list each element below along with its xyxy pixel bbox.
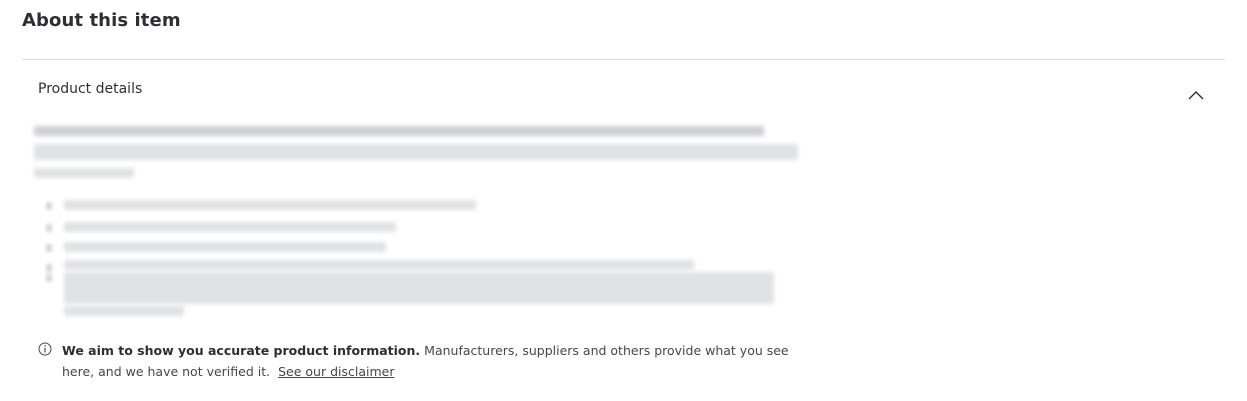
accordion-label: Product details [38, 81, 143, 97]
product-description-blurred [34, 122, 804, 326]
blurred-list-item [64, 200, 476, 210]
product-about-section: About this item Product details We aim t… [0, 0, 1247, 401]
blurred-list-item [64, 222, 396, 232]
blurred-bullet [46, 264, 52, 272]
blurred-bullet [46, 274, 52, 282]
chevron-up-icon[interactable] [1188, 90, 1204, 100]
notice-bold-text: We aim to show you accurate product info… [62, 343, 421, 358]
blurred-list-item [64, 306, 184, 316]
blurred-list-item [64, 272, 774, 304]
blurred-bullet [46, 244, 52, 252]
blurred-bullet [46, 224, 52, 232]
blurred-list-item [64, 260, 694, 270]
blurred-bullet [46, 202, 52, 210]
blurred-text-line [34, 144, 798, 160]
blurred-text-line [34, 126, 764, 136]
info-icon [38, 342, 52, 356]
disclaimer-link[interactable]: See our disclaimer [278, 364, 394, 379]
section-title: About this item [22, 10, 181, 31]
blurred-list-item [64, 242, 386, 252]
blurred-text-line [34, 168, 134, 178]
notice-text: We aim to show you accurate product info… [62, 340, 822, 382]
product-details-accordion[interactable]: Product details [22, 60, 1225, 116]
